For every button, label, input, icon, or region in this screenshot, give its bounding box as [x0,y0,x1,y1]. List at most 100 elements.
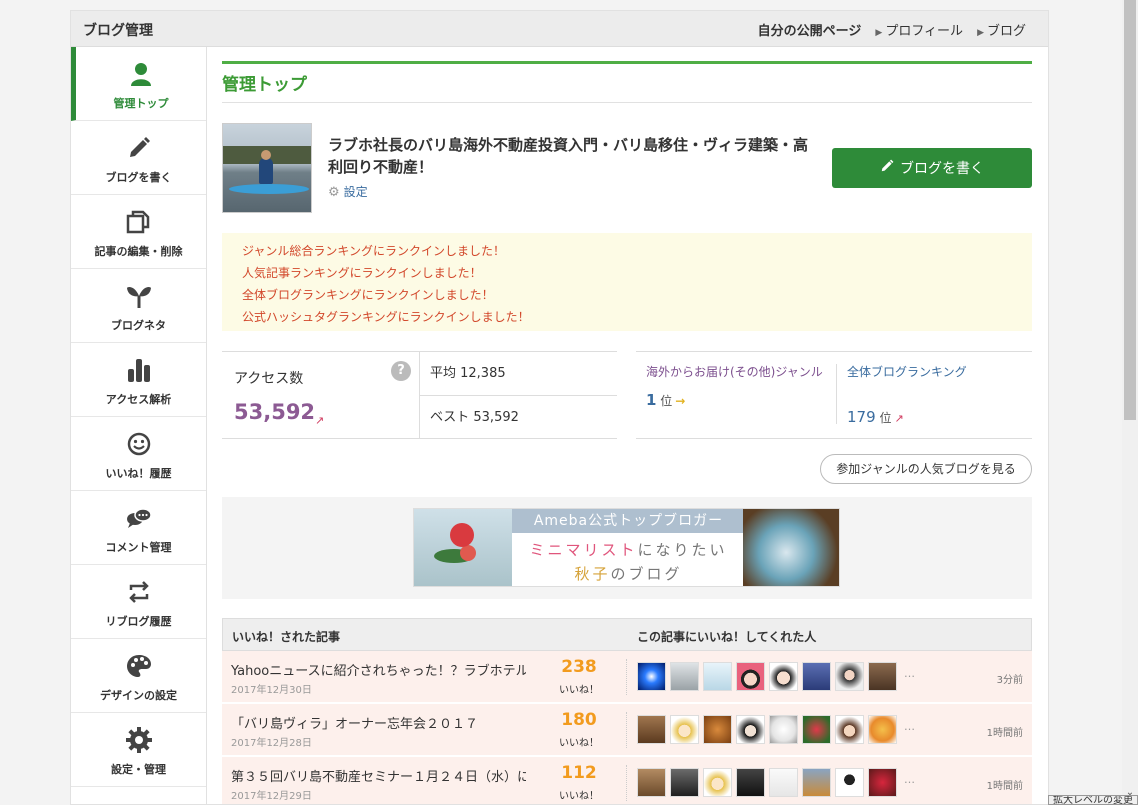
access-count[interactable]: 53,592 [234,400,315,424]
blog-thumbnail[interactable] [222,123,312,213]
avatar[interactable] [868,768,897,797]
sidebar-item-blog-topics[interactable]: ブログネタ [71,269,206,343]
access-count-panel: アクセス数 ? 53,592 ↗ 平均 12,385 ベスト 53,592 [222,351,617,439]
sidebar-item-design[interactable]: デザインの設定 [71,639,206,713]
sidebar-item-analytics[interactable]: アクセス解析 [71,343,206,417]
avatar[interactable] [637,662,666,691]
like-time: 1時間前 [986,781,1023,792]
scrollbar-thumb[interactable] [1124,0,1136,420]
like-count[interactable]: 112 [549,763,609,783]
profile-link-label: プロフィール [885,24,964,39]
my-public-page-link[interactable]: 自分の公開ページ [758,20,862,39]
person-icon [76,61,206,87]
avatar[interactable] [835,768,864,797]
like-count-label: いいね！ [559,738,599,749]
comment-icon [71,505,206,531]
write-blog-button[interactable]: ブログを書く [832,148,1032,188]
help-icon[interactable]: ? [391,361,411,381]
genre-ranking-link[interactable]: 海外からお届け(その他)ジャンル [646,364,836,381]
avatar[interactable] [835,662,864,691]
trend-up-icon: ↗ [315,414,325,427]
page-header: 管理トップ [222,61,1032,103]
notice-item[interactable]: ジャンル総合ランキングにランクインしました！ [242,240,1032,262]
sidebar-item-label: ブログを書く [105,171,172,184]
avatar[interactable] [769,768,798,797]
like-count[interactable]: 180 [549,710,609,730]
sidebar-item-label: 記事の編集・削除 [94,245,183,258]
trend-up-icon: ↗ [894,412,904,425]
like-time: 1時間前 [986,728,1023,739]
article-title-link[interactable]: 第３５回バリ島不動産セミナー１月２４日（水）に… [231,766,526,785]
main-content: 管理トップ ラブホ社長のバリ島海外不動産投資入門・バリ島移住・ヴィラ建築・高利回… [222,47,1032,804]
sidebar-item-likes-history[interactable]: いいね！履歴 [71,417,206,491]
avatar[interactable] [703,768,732,797]
sidebar-item-settings[interactable]: 設定・管理 [71,713,206,787]
sidebar: 管理トップ ブログを書く 記事の編集・削除 ブログネタ アクセス解析 いいね！履… [71,47,207,804]
sprout-icon [71,283,206,309]
top-blogger-banner[interactable]: Ameba公式トップブロガー ミニマリストになりたい 秋子のブログ [413,508,840,587]
avatar[interactable] [769,715,798,744]
blog-title[interactable]: ラブホ社長のバリ島海外不動産投資入門・バリ島移住・ヴィラ建築・高利回り不動産！ [328,134,808,178]
avatar[interactable] [769,662,798,691]
sidebar-item-dashboard[interactable]: 管理トップ [71,47,206,121]
sidebar-item-edit-delete[interactable]: 記事の編集・削除 [71,195,206,269]
avatar[interactable] [736,662,765,691]
liker-avatars [637,662,897,691]
like-count[interactable]: 238 [549,657,609,677]
avatar[interactable] [736,768,765,797]
blog-admin-panel: ブログ管理 自分の公開ページ ▶ プロフィール ▶ ブログ 管理トップ ブログを書く… [70,10,1049,805]
gear-icon [71,727,206,753]
profile-link[interactable]: ▶ プロフィール [875,20,963,39]
article-title-link[interactable]: Yahooニュースに紹介されちゃった！？ラブホテル… [231,660,526,679]
avatar[interactable] [835,715,864,744]
sidebar-item-reblog-history[interactable]: リブログ履歴 [71,565,206,639]
avatar[interactable] [670,768,699,797]
admin-title: ブログ管理 [83,23,153,39]
blog-settings-link[interactable]: ⚙ 設定 [328,183,368,200]
zoom-level-label[interactable]: 拡大レベルの変更 [1048,795,1138,805]
like-count-label: いいね！ [559,685,599,696]
like-time: 3分前 [996,675,1023,686]
banner-header: Ameba公式トップブロガー [512,509,745,533]
sidebar-item-label: リブログ履歴 [105,615,172,628]
blog-link[interactable]: ▶ ブログ [977,20,1026,39]
pencil-icon [71,135,206,161]
banner-line-1: ミニマリストになりたい [529,541,728,559]
arrow-right-icon: ▶ [977,28,984,38]
avatar[interactable] [802,662,831,691]
column-header: この記事にいいね！してくれた人 [637,630,817,644]
overall-rank: 179 [847,408,876,426]
notice-item[interactable]: 全体ブログランキングにランクインしました！ [242,284,1032,306]
notice-item[interactable]: 人気記事ランキングにランクインしました！ [242,262,1032,284]
access-best: ベスト 53,592 [420,395,617,438]
avatar[interactable] [802,768,831,797]
avatar[interactable] [868,662,897,691]
genre-ranking: 海外からお届け(その他)ジャンル 1 位 → [646,364,836,409]
article-title-link[interactable]: 「バリ島ヴィラ」オーナー忘年会２０１７ [231,713,526,732]
avatar[interactable] [637,715,666,744]
avatar[interactable] [637,768,666,797]
sidebar-item-label: 管理トップ [113,97,169,110]
sidebar-item-label: コメント管理 [105,541,172,554]
liker-avatars [637,768,897,797]
arrow-right-icon: ▶ [875,28,883,38]
sidebar-item-label: デザインの設定 [100,689,177,702]
sidebar-item-comments[interactable]: コメント管理 [71,491,206,565]
sidebar-item-label: アクセス解析 [105,393,172,406]
avatar[interactable] [670,662,699,691]
article-date: 2017年12月29日 [231,791,312,802]
avatar[interactable] [703,715,732,744]
notice-item[interactable]: 公式ハッシュタグランキングにランクインしました！ [242,306,1032,328]
avatar[interactable] [703,662,732,691]
sidebar-item-write[interactable]: ブログを書く [71,121,206,195]
palette-icon [71,653,206,679]
sidebar-item-label: いいね！履歴 [105,467,172,480]
avatar[interactable] [736,715,765,744]
pencil-icon [880,159,894,177]
overall-ranking-link[interactable]: 全体ブログランキング [847,364,1026,381]
avatar[interactable] [868,715,897,744]
avatar[interactable] [670,715,699,744]
popular-blogs-button[interactable]: 参加ジャンルの人気ブログを見る [820,454,1032,484]
avatar[interactable] [802,715,831,744]
bar-chart-icon [71,357,206,383]
